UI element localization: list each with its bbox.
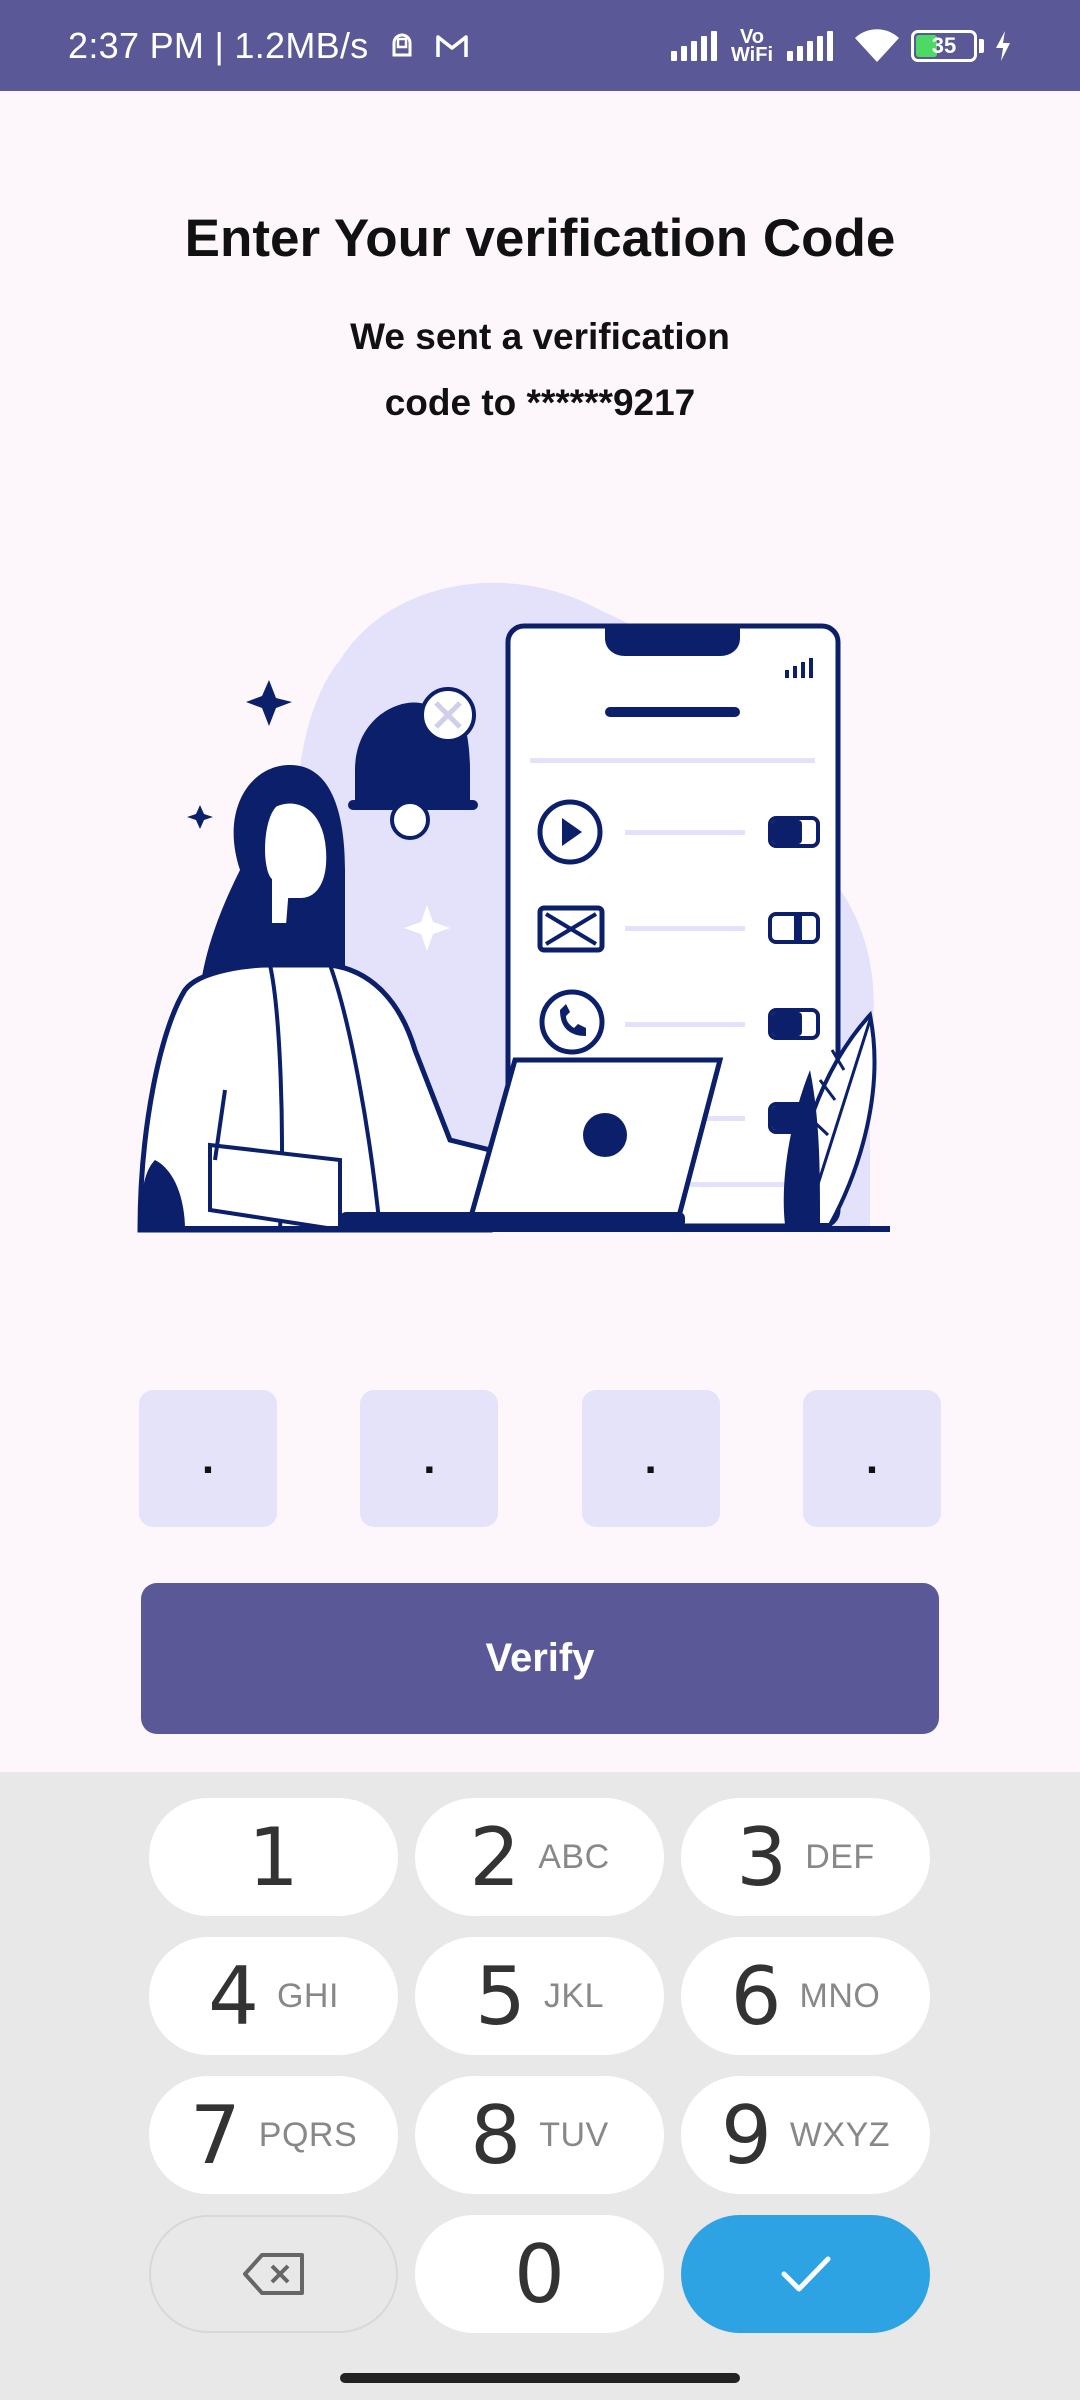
key-digit: 3 [736,1810,788,1904]
checkmark-icon [778,2252,834,2296]
key-letters: DEF [805,1837,875,1876]
page-title: Enter Your verification Code [184,209,896,268]
page-subtitle: We sent a verification code to ******921… [0,304,1080,436]
key-4[interactable]: 4 GHI [149,1937,398,2055]
key-digit: 9 [720,2088,772,2182]
key-digit: 7 [189,2088,241,2182]
wifi-icon [853,28,901,64]
key-digit: 0 [514,2227,565,2321]
key-digit: 8 [470,2088,522,2182]
signal-icon-2 [787,30,833,61]
verification-illustration [130,570,950,1250]
gmail-icon [435,29,469,63]
backspace-key[interactable] [149,2215,398,2333]
key-2[interactable]: 2 ABC [415,1798,664,1916]
key-digit: 2 [469,1810,521,1904]
headset-notification-icon [385,29,419,63]
key-letters: GHI [276,1976,339,2015]
home-indicator[interactable] [340,2373,740,2383]
otp-digit-2[interactable]: . [360,1390,499,1527]
status-left: 2:37 PM | 1.2MB/s [68,0,469,91]
key-digit: 4 [208,1949,259,2043]
numeric-keyboard: 1 2 ABC 3 DEF 4 GHI 5 JKL 6 MNO 7 PQRS 8… [0,1772,1080,2400]
key-9[interactable]: 9 WXYZ [681,2076,930,2194]
otp-digit-4[interactable]: . [802,1390,941,1527]
backspace-icon [242,2252,306,2296]
key-letters: TUV [539,2115,609,2154]
otp-digit-3[interactable]: . [581,1390,720,1527]
key-digit: 6 [730,1949,782,2043]
status-time-speed: 2:37 PM | 1.2MB/s [68,24,369,66]
sparkle-icon [246,680,292,726]
status-right: Vo WiFi 35 [670,0,1012,91]
done-key[interactable] [681,2215,930,2333]
verify-button[interactable]: Verify [141,1583,939,1734]
sparkle-icon-small [187,805,213,829]
key-letters: MNO [799,1976,881,2015]
battery-icon: 35 [911,29,977,62]
key-letters: ABC [538,1837,610,1876]
key-letters: JKL [543,1976,604,2015]
key-letters: WXYZ [789,2115,891,2154]
battery-tip [979,38,984,53]
status-bar: 2:37 PM | 1.2MB/s Vo WiFi 35 [0,0,1080,91]
vowifi-icon: Vo WiFi [730,25,773,66]
otp-digit-1[interactable]: . [139,1390,277,1527]
signal-icon [670,30,717,61]
key-3[interactable]: 3 DEF [681,1798,930,1916]
charging-icon [994,30,1012,62]
key-0[interactable]: 0 [415,2215,664,2333]
otp-input-row: . . . . [139,1390,941,1527]
key-letters: PQRS [258,2115,358,2154]
subtitle-line-2: code to ******9217 [384,382,696,423]
key-6[interactable]: 6 MNO [681,1937,930,2055]
key-7[interactable]: 7 PQRS [149,2076,398,2194]
key-8[interactable]: 8 TUV [415,2076,664,2194]
key-1[interactable]: 1 [149,1798,398,1916]
key-digit: 1 [248,1810,299,1904]
key-5[interactable]: 5 JKL [415,1937,664,2055]
key-digit: 5 [475,1949,526,2043]
subtitle-line-1: We sent a verification [350,316,730,357]
